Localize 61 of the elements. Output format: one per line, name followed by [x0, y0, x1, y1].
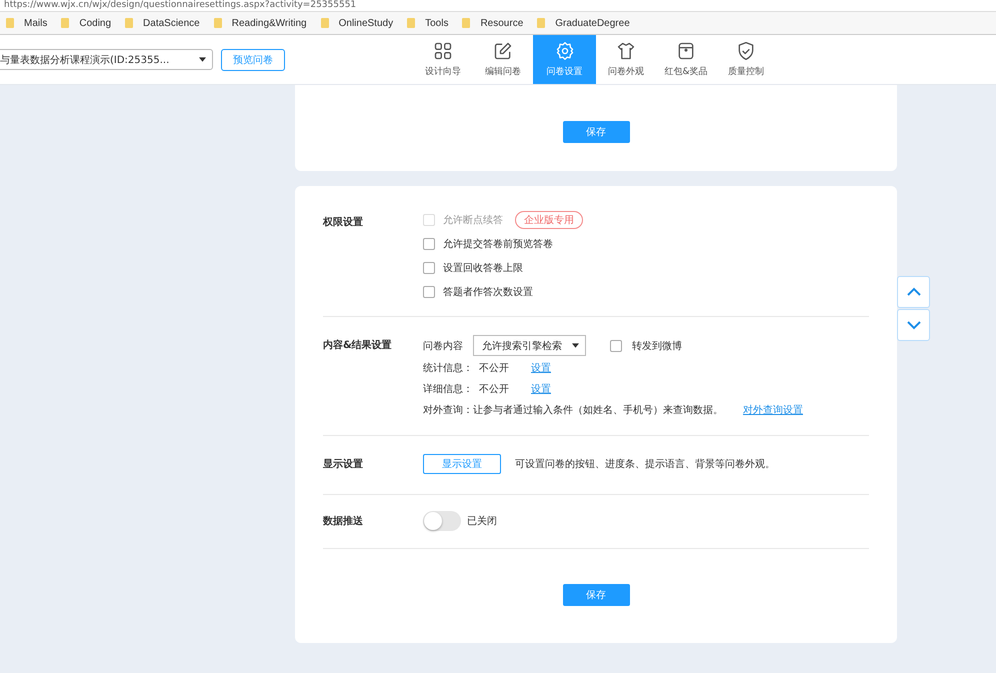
- bookmark[interactable]: OnlineStudy: [338, 18, 394, 28]
- settings-link[interactable]: 设置: [531, 361, 551, 375]
- bookmark[interactable]: DataScience: [143, 18, 200, 28]
- dropdown-caret-icon: [199, 57, 206, 62]
- bookmark[interactable]: Reading&Writing: [232, 18, 307, 28]
- folder-icon: [407, 18, 416, 28]
- toggle-switch[interactable]: [423, 511, 461, 531]
- field-label: 详细信息：: [423, 382, 473, 396]
- section-title: 内容&结果设置: [323, 338, 393, 353]
- display-description: 可设置问卷的按钮、进度条、提示语言、背景等问卷外观。: [515, 458, 775, 471]
- checkbox[interactable]: [423, 238, 435, 250]
- enterprise-badge: 企业版专用: [515, 211, 583, 229]
- nav-tab[interactable]: 编辑问卷: [473, 35, 533, 84]
- checkbox[interactable]: [423, 262, 435, 274]
- checkbox-label: 允许断点续答: [443, 214, 503, 227]
- bookmark[interactable]: Tools: [425, 18, 448, 28]
- survey-dropdown[interactable]: 与量表数据分析课程演示(ID:25355...: [0, 49, 213, 70]
- bookmark[interactable]: GraduateDegree: [555, 18, 630, 28]
- query-description: 对外查询：让参与者通过输入条件（如姓名、手机号）来查询数据。: [423, 404, 723, 417]
- scroll-down-button[interactable]: [897, 309, 930, 341]
- folder-icon: [6, 18, 14, 28]
- chevron-up-icon: [906, 287, 920, 297]
- toggle-status: 已关闭: [467, 514, 497, 528]
- field-label: 问卷内容: [423, 340, 463, 352]
- settings-icon: [554, 41, 574, 61]
- settings-link[interactable]: 设置: [531, 382, 551, 396]
- folder-icon: [61, 18, 70, 28]
- bookmark[interactable]: Coding: [79, 18, 112, 28]
- folder-icon: [537, 18, 546, 28]
- nav-tab[interactable]: 设计向导: [413, 35, 473, 84]
- checkbox-label: 允许提交答卷前预览答卷: [443, 238, 553, 251]
- bookmark[interactable]: Resource: [480, 18, 524, 28]
- shield-check-icon: [736, 41, 756, 61]
- scroll-up-button[interactable]: [897, 276, 930, 308]
- nav-tab[interactable]: 质量控制: [716, 35, 776, 84]
- shirt-icon: [616, 41, 636, 61]
- folder-icon: [125, 18, 134, 28]
- pouch-icon: [676, 41, 696, 61]
- address-bar-url[interactable]: https://www.wjx.cn/wjx/design/questionnairesettings.aspx?activity=25355551: [0, 0, 996, 11]
- folder-icon: [214, 18, 222, 28]
- section-title: 权限设置: [323, 216, 364, 230]
- section-title: 数据推送: [323, 514, 364, 528]
- checkbox-label: 设置回收答卷上限: [443, 262, 523, 275]
- content-dropdown[interactable]: 允许搜索引擎检索: [473, 335, 586, 356]
- nav-tab[interactable]: 红包&奖品: [656, 35, 716, 84]
- field-label: 统计信息：: [423, 362, 473, 375]
- edit-icon: [493, 41, 513, 61]
- nav-tab[interactable]: 问卷外观: [596, 35, 656, 84]
- field-value: 不公开: [479, 362, 509, 375]
- bookmark[interactable]: Mails: [24, 18, 48, 28]
- folder-icon: [320, 18, 329, 28]
- dropdown-caret-icon: [572, 343, 579, 348]
- chevron-down-icon: [906, 320, 920, 330]
- checkbox[interactable]: [610, 340, 622, 352]
- field-value: 不公开: [479, 383, 509, 396]
- checkbox-label: 转发到微博: [632, 340, 682, 352]
- grid-icon: [433, 41, 453, 61]
- folder-icon: [462, 18, 470, 28]
- section-title: 显示设置: [323, 458, 364, 471]
- checkbox-label: 答题者作答次数设置: [443, 286, 533, 299]
- checkbox[interactable]: [423, 286, 435, 298]
